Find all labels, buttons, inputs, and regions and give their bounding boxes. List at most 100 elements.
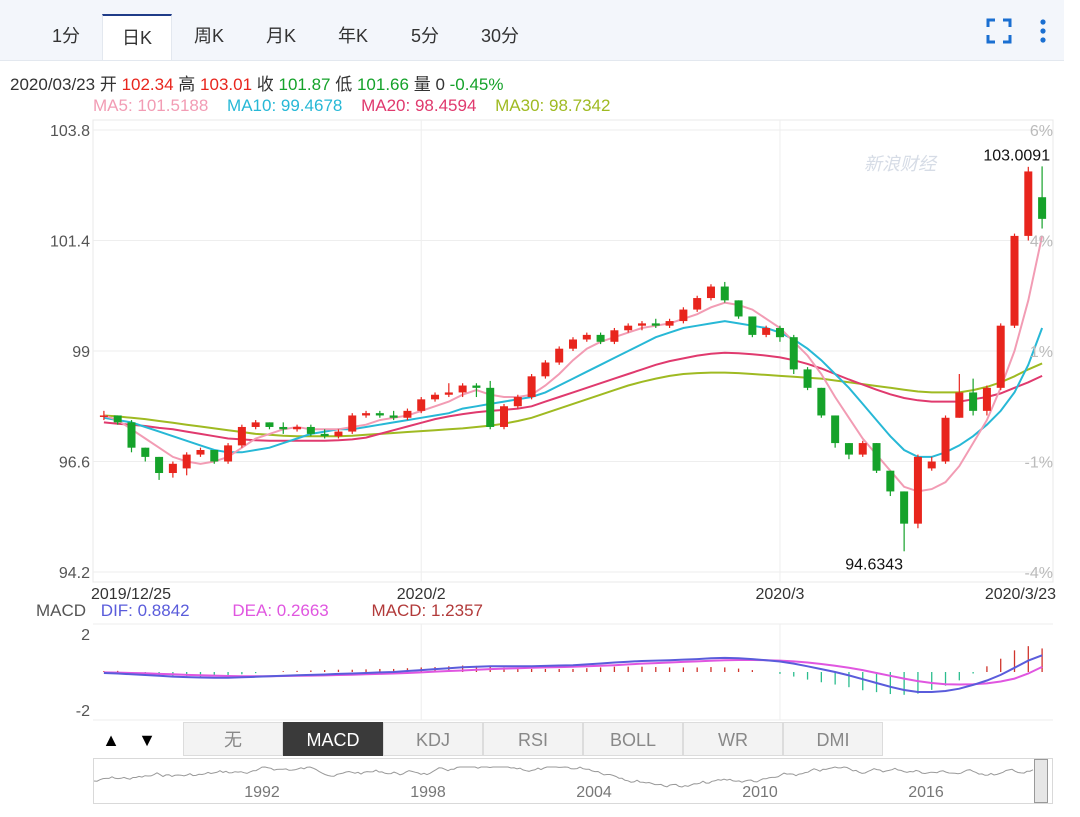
navigator-sparkline: 1992 1998 2004 2010 2016 [94,766,1034,801]
dif-line [103,654,1043,693]
x-tick-label: 2020/3/23 [985,586,1056,603]
candle-body [651,323,660,326]
navigator-handle[interactable] [1034,759,1048,803]
candle-body [734,300,743,317]
candle-body [500,406,509,427]
candle-body [196,449,205,455]
macd-title: MACD [36,601,87,620]
pct-tick-label: -1% [1025,455,1053,472]
candle-body [251,422,260,427]
candle-body [693,298,702,310]
candle-body [375,413,384,416]
candle-body [872,443,881,471]
candle-body [982,387,991,411]
min-price-label: 94.6343 [845,556,903,573]
candle-body [472,385,481,388]
candle-body [665,321,674,326]
macd-value-legend: MACD: 1.2357 [371,601,484,620]
candle-body [1024,171,1033,236]
macd-legend: MACD DIF: 0.8842 DEA: 0.2663 MACD: 1.235… [36,601,483,621]
candle-body [831,415,840,444]
candle-body [127,422,136,448]
candle-body [637,323,646,326]
candle-body [431,394,440,400]
candle-body [1010,235,1019,326]
candle-body [99,415,108,417]
max-price-label: 103.0091 [983,147,1050,164]
candle-body [706,286,715,299]
candle-body [762,327,771,335]
candle-body [679,309,688,322]
ma30-line [103,362,1043,438]
dif-legend: DIF: 0.8842 [100,601,190,620]
y-tick-label: 101.4 [50,234,90,251]
indicator-tab-none[interactable]: 无 [183,722,283,756]
candle-body [320,433,329,437]
candle-body [362,413,371,416]
candle-body [265,422,274,427]
candle-body [927,461,936,469]
indicator-tab-macd[interactable]: MACD [283,722,383,756]
navigator-year-label: 2004 [576,784,612,801]
candle-body [610,330,619,342]
candle-body [886,470,895,492]
candle-body [458,385,467,393]
candle-body [113,415,122,423]
candle-body [293,426,302,430]
candle-body [237,426,246,446]
candle-body [141,447,150,457]
pct-tick-label: -4% [1025,565,1053,582]
navigator-year-label: 1992 [244,784,280,801]
candle-body [168,463,177,474]
ma5-line [103,235,1044,493]
candle-body [334,431,343,437]
indicator-bar: ▲ ▼ 无 MACD KDJ RSI BOLL WR DMI [93,722,1053,758]
candle-body [224,445,233,462]
zoom-in-button[interactable]: ▲ [97,726,125,754]
candle-body [748,316,757,335]
candle-body [210,449,219,462]
x-tick-label: 2020/3 [755,586,804,603]
macd-y-tick: -2 [76,703,90,720]
candle-body [720,286,729,301]
candle-body [568,339,578,349]
indicator-tab-wr[interactable]: WR [683,722,783,756]
candle-body [582,334,591,340]
candle-body [155,456,164,474]
watermark: 新浪财经 [864,154,938,174]
navigator-year-label: 2016 [908,784,944,801]
candle-body [389,415,398,418]
candle-body [555,348,564,363]
candle-body [444,392,453,395]
y-tick-label: 96.6 [59,455,90,472]
candle-body [858,443,867,455]
candle-body [417,399,426,411]
candle-body [803,369,812,388]
zoom-out-button[interactable]: ▼ [133,726,161,754]
candle-body [969,392,978,411]
y-tick-label: 99 [72,344,90,361]
time-navigator[interactable]: 1992 1998 2004 2010 2016 [93,758,1053,804]
candle-body [941,417,950,462]
candle-body [955,392,964,418]
candle-body [913,456,922,524]
candle-body [513,397,522,407]
macd-y-tick: 2 [81,627,90,644]
candle-body [596,334,605,342]
candle-body [279,426,288,430]
candle-body [486,387,495,427]
candle-body [900,491,909,524]
candle-body [624,325,633,331]
dea-legend: DEA: 0.2663 [232,601,329,620]
indicator-tab-dmi[interactable]: DMI [783,722,883,756]
candle-body [996,325,1005,388]
y-tick-label: 94.2 [59,565,90,582]
candle-body [541,362,550,377]
candle-body [348,415,357,432]
indicator-tab-kdj[interactable]: KDJ [383,722,483,756]
candle-body [817,387,826,416]
indicator-tab-boll[interactable]: BOLL [583,722,683,756]
indicator-tab-rsi[interactable]: RSI [483,722,583,756]
candle-body [789,337,798,370]
candle-body [844,443,853,455]
